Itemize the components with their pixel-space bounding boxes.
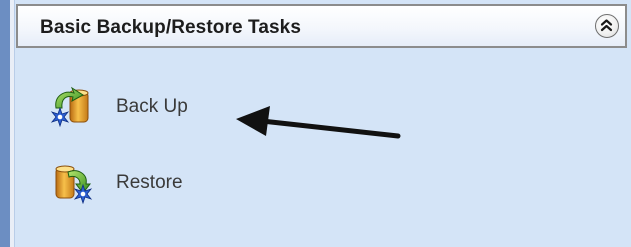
task-backup-label: Back Up bbox=[116, 96, 188, 117]
double-chevron-up-icon[interactable] bbox=[595, 14, 619, 38]
backup-icon bbox=[50, 84, 94, 128]
task-backup[interactable]: Back Up bbox=[50, 84, 230, 128]
task-restore[interactable]: Restore bbox=[50, 160, 230, 205]
left-rail bbox=[0, 0, 10, 247]
backup-restore-window: Basic Backup/Restore Tasks Back Up Resto… bbox=[0, 0, 631, 247]
restore-icon bbox=[50, 160, 94, 205]
panel-title: Basic Backup/Restore Tasks bbox=[40, 17, 301, 38]
panel-header[interactable]: Basic Backup/Restore Tasks bbox=[16, 4, 627, 48]
task-restore-label: Restore bbox=[116, 172, 183, 193]
